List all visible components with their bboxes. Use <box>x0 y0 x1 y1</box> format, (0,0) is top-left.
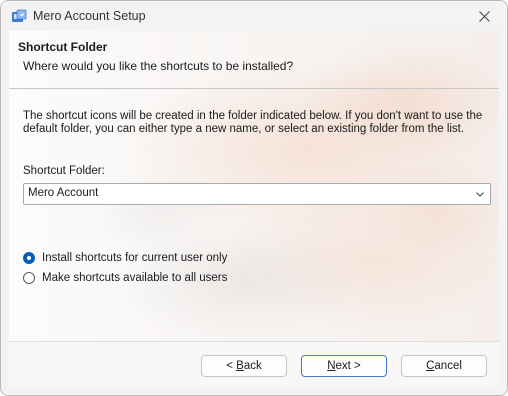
radio-all-users[interactable]: Make shortcuts available to all users <box>23 270 283 286</box>
close-icon <box>478 10 490 22</box>
cancel-button[interactable]: Cancel <box>401 355 487 377</box>
header-band: Shortcut Folder Where would you like the… <box>9 31 499 91</box>
back-button[interactable]: < Back <box>201 355 287 377</box>
title-bar[interactable]: Mero Account Setup <box>1 1 507 31</box>
next-button[interactable]: Next > <box>301 355 387 377</box>
back-button-label: ack <box>243 360 262 372</box>
wizard-content: Shortcut Folder Where would you like the… <box>9 31 499 387</box>
header-separator <box>9 88 499 89</box>
installer-icon <box>12 9 27 22</box>
button-bar: < Back Next > Cancel <box>9 341 499 387</box>
radio-label-all-users[interactable]: Make shortcuts available to all users <box>42 272 227 284</box>
next-button-label: ext > <box>335 360 361 372</box>
back-button-mnemonic: B <box>236 360 244 372</box>
radio-button-checked[interactable] <box>23 252 35 264</box>
back-button-prefix: < <box>226 360 237 372</box>
setup-window: Mero Account Setup Shortcut Folder Where… <box>0 0 508 396</box>
cancel-button-label: ancel <box>434 360 462 372</box>
page-subtitle: Where would you like the shortcuts to be… <box>23 59 294 73</box>
shortcut-folder-label: Shortcut Folder: <box>23 165 105 177</box>
shortcut-folder-combobox[interactable]: Mero Account <box>23 183 491 205</box>
radio-label-current-user[interactable]: Install shortcuts for current user only <box>42 252 227 264</box>
shortcut-folder-value[interactable]: Mero Account <box>28 187 98 199</box>
page-title: Shortcut Folder <box>18 40 108 54</box>
radio-current-user[interactable]: Install shortcuts for current user only <box>23 250 283 266</box>
next-button-mnemonic: N <box>327 360 336 372</box>
description-text: The shortcut icons will be created in th… <box>23 110 483 135</box>
radio-button-unchecked[interactable] <box>23 272 35 284</box>
chevron-down-icon[interactable] <box>474 188 486 200</box>
close-button[interactable] <box>461 1 507 31</box>
window-title: Mero Account Setup <box>33 9 146 23</box>
